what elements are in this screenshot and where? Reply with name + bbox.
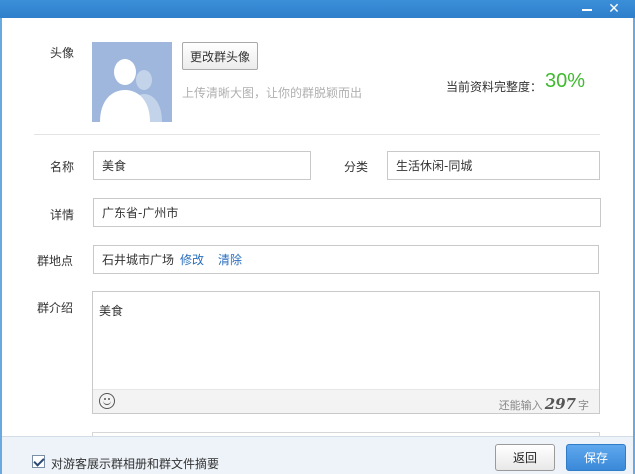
name-label: 名称 <box>50 160 75 174</box>
location-edit-link[interactable]: 修改 <box>180 251 204 268</box>
char-counter-suffix: 字 <box>578 399 589 412</box>
window-titlebar <box>0 0 635 18</box>
char-counter-number: 297 <box>544 395 576 413</box>
intro-text: 美食 <box>99 304 124 318</box>
char-counter: 还能输入 297 字 <box>499 395 589 413</box>
avatar-label: 头像 <box>50 46 75 60</box>
category-select[interactable]: 生活休闲-同城 <box>387 151 600 180</box>
intro-label: 群介绍 <box>37 301 74 315</box>
location-field: 石井城市广场 修改 清除 <box>93 245 599 274</box>
group-avatar <box>92 42 172 122</box>
close-icon[interactable]: ✕ <box>602 0 626 18</box>
section-divider <box>34 134 600 135</box>
location-clear-link[interactable]: 清除 <box>218 251 242 268</box>
intro-textarea[interactable]: 美食 还能输入 297 字 <box>92 291 600 414</box>
show-album-checkbox[interactable] <box>32 455 45 468</box>
completeness-label: 当前资料完整度： <box>446 80 543 94</box>
char-counter-prefix: 还能输入 <box>498 399 543 412</box>
intro-toolbar: 还能输入 297 字 <box>93 389 599 413</box>
back-button[interactable]: 返回 <box>495 444 555 471</box>
category-label: 分类 <box>344 160 369 174</box>
location-label: 群地点 <box>37 254 74 268</box>
change-avatar-button[interactable]: 更改群头像 <box>182 42 258 70</box>
completeness-value: 30% <box>545 70 586 92</box>
smiley-icon[interactable] <box>99 393 115 409</box>
show-album-checkbox-label[interactable]: 对游客展示群相册和群文件摘要 <box>51 455 219 472</box>
detail-input[interactable]: 广东省-广州市 <box>93 198 601 227</box>
detail-label: 详情 <box>50 208 75 222</box>
default-avatar-icon <box>92 42 172 122</box>
avatar-hint: 上传清晰大图，让你的群脱颖而出 <box>182 86 363 100</box>
save-button[interactable]: 保存 <box>566 444 626 471</box>
location-value: 石井城市广场 <box>102 253 175 267</box>
name-input[interactable]: 美食 <box>93 151 311 180</box>
minimize-icon[interactable] <box>576 0 598 18</box>
window-frame-left <box>0 18 2 474</box>
